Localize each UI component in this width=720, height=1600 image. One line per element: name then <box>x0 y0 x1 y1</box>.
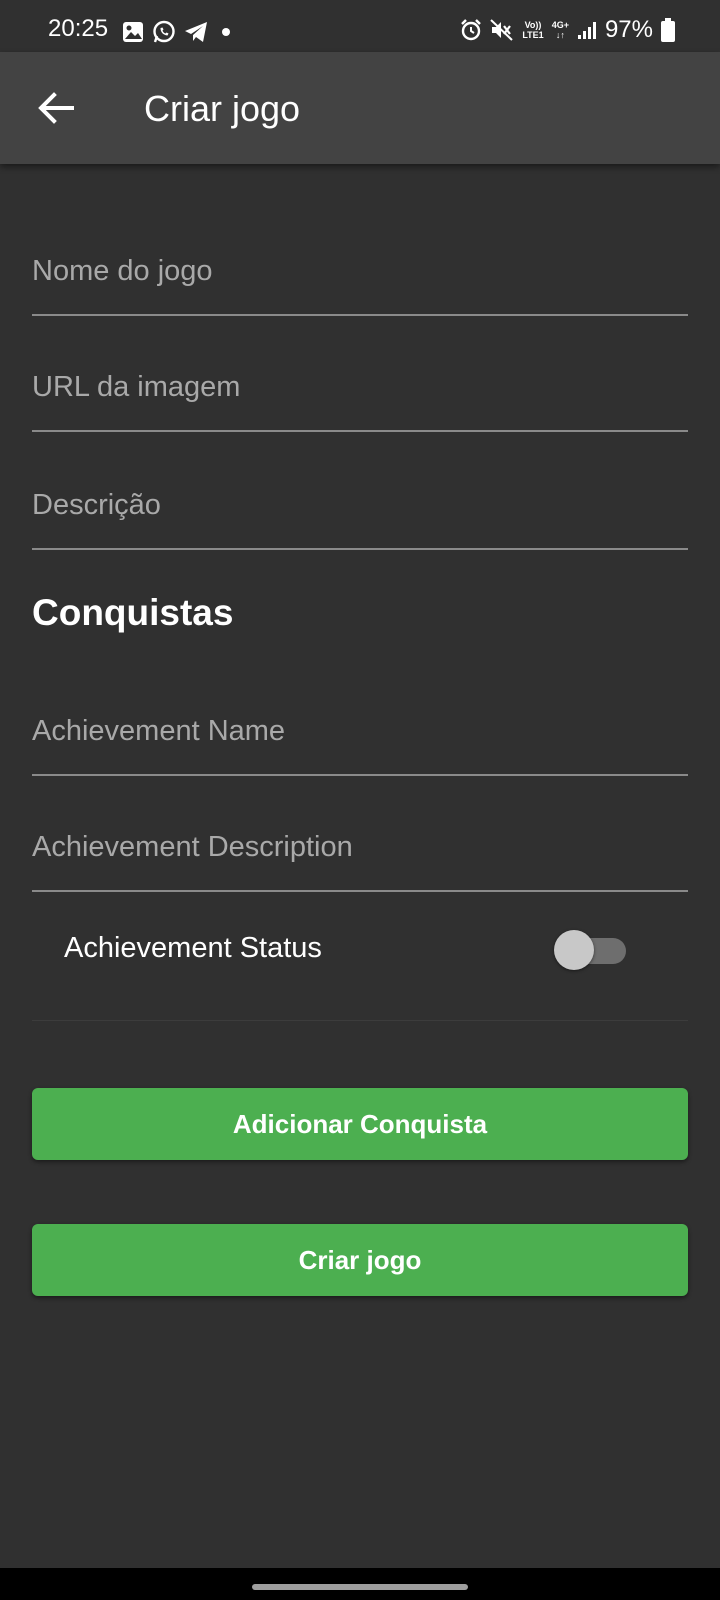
whatsapp-icon <box>152 20 176 44</box>
mute-icon <box>490 19 514 41</box>
add-achievement-button[interactable]: Adicionar Conquista <box>32 1088 688 1160</box>
game-name-input[interactable] <box>32 255 688 288</box>
achievement-status-toggle[interactable] <box>554 928 634 972</box>
game-name-field[interactable] <box>32 198 688 316</box>
battery-icon <box>661 18 675 42</box>
gallery-icon <box>122 21 144 43</box>
achievement-description-input[interactable] <box>32 831 688 864</box>
notification-icons <box>122 20 244 44</box>
battery-percentage: 97% <box>604 16 653 43</box>
image-url-input[interactable] <box>32 371 688 404</box>
navigation-bar <box>0 1568 720 1600</box>
status-bar: 20:25 Vo)) LTE1 4G+ ↓↑ 97% <box>0 0 720 52</box>
description-field[interactable] <box>32 432 688 550</box>
create-game-button[interactable]: Criar jogo <box>32 1224 688 1296</box>
alarm-icon <box>460 19 482 41</box>
dot-icon <box>216 22 236 42</box>
achievement-status-label: Achievement Status <box>64 932 322 964</box>
network-4g-icon: 4G+ ↓↑ <box>551 20 569 40</box>
image-url-field[interactable] <box>32 314 688 432</box>
home-gesture-handle[interactable] <box>252 1584 468 1590</box>
description-input[interactable] <box>32 489 688 522</box>
signal-icon <box>577 20 597 40</box>
system-icons: Vo)) LTE1 4G+ ↓↑ 97% <box>452 16 675 44</box>
achievement-description-field[interactable] <box>32 774 688 892</box>
achievement-name-field[interactable] <box>32 658 688 776</box>
telegram-icon <box>184 21 208 43</box>
achievement-status-row[interactable]: Achievement Status <box>32 892 688 1021</box>
app-bar: Criar jogo <box>0 52 720 164</box>
status-time: 20:25 <box>48 15 109 42</box>
toggle-thumb <box>554 930 594 970</box>
volte-icon: Vo)) LTE1 <box>522 20 544 40</box>
achievement-name-input[interactable] <box>32 715 688 748</box>
achievements-section-title: Conquistas <box>32 592 234 633</box>
arrow-back-icon <box>38 92 74 124</box>
back-button[interactable] <box>30 82 82 134</box>
page-title: Criar jogo <box>144 88 301 129</box>
